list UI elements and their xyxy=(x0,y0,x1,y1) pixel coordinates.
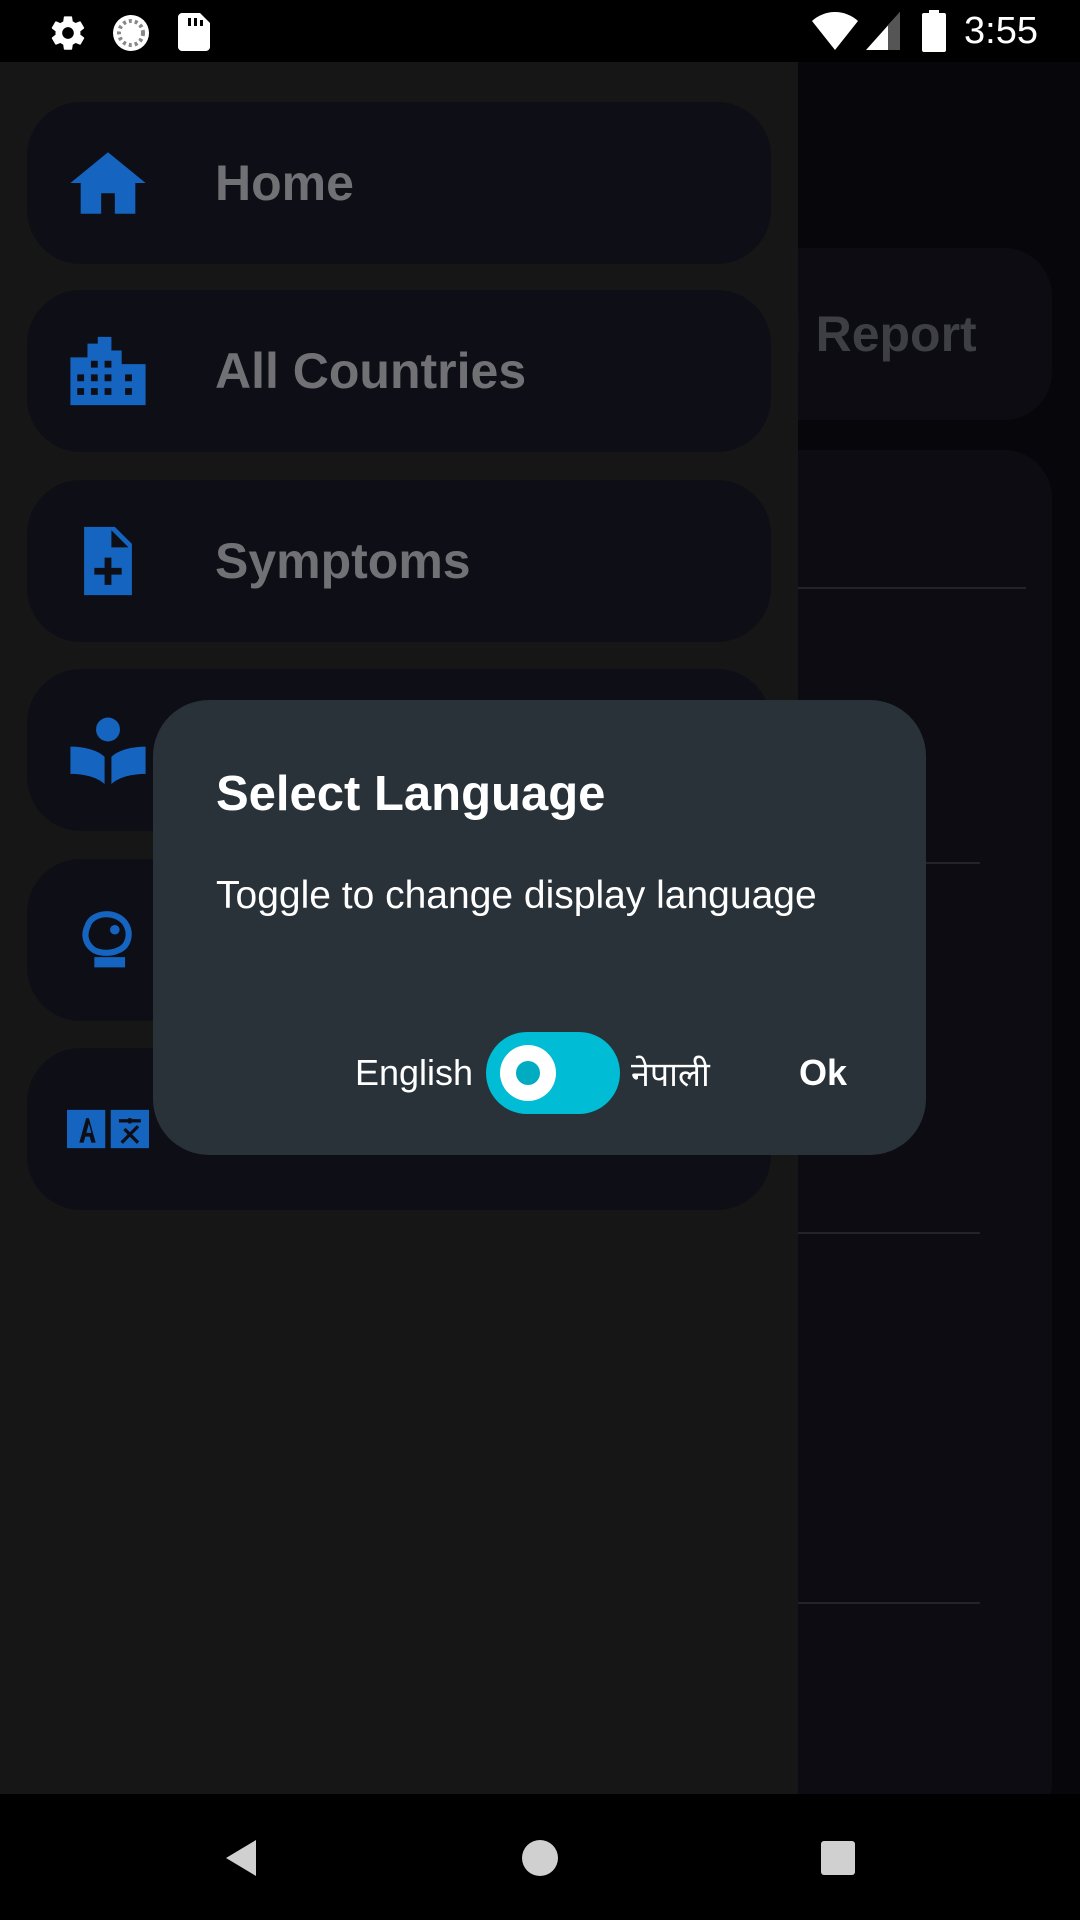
wifi-icon xyxy=(812,12,858,50)
drawer-item-label: Symptoms xyxy=(215,533,471,589)
home-icon xyxy=(70,152,146,214)
status-bar: 3:55 xyxy=(0,0,1080,62)
drawer-item-label: All Countries xyxy=(215,343,527,399)
back-icon[interactable] xyxy=(218,1834,266,1882)
sd-card-icon xyxy=(178,13,210,51)
buildings-icon xyxy=(70,336,146,406)
sync-icon xyxy=(113,15,149,51)
language-option-english: English xyxy=(355,1052,474,1093)
drawer-item-home[interactable]: Home xyxy=(27,102,771,264)
mascot-icon xyxy=(82,911,132,968)
settings-icon xyxy=(51,16,85,50)
divider xyxy=(798,1232,980,1234)
divider xyxy=(798,1602,980,1604)
translate-icon xyxy=(67,1109,149,1149)
home-circle-icon[interactable] xyxy=(516,1834,564,1882)
drawer-item-label: Home xyxy=(215,155,354,211)
toggle-knob xyxy=(500,1045,556,1101)
language-option-nepali: नेपाली xyxy=(631,1056,710,1094)
battery-icon xyxy=(922,10,946,52)
drawer-item-symptoms[interactable]: Symptoms xyxy=(27,480,771,642)
dialog-title: Select Language xyxy=(216,767,606,821)
dialog-message: Toggle to change display language xyxy=(216,874,817,917)
drawer-item-all-countries[interactable]: All Countries xyxy=(27,290,771,452)
medical-file-icon xyxy=(84,526,132,596)
language-toggle[interactable] xyxy=(486,1032,620,1114)
divider xyxy=(798,587,1026,589)
cell-signal-icon xyxy=(866,12,900,50)
recents-icon[interactable] xyxy=(814,1834,862,1882)
reading-icon xyxy=(70,717,146,785)
language-dialog: Select Language Toggle to change display… xyxy=(153,700,926,1155)
system-nav-bar xyxy=(0,1794,1080,1920)
ok-button[interactable]: Ok xyxy=(799,1052,847,1094)
clock: 3:55 xyxy=(964,10,1038,52)
